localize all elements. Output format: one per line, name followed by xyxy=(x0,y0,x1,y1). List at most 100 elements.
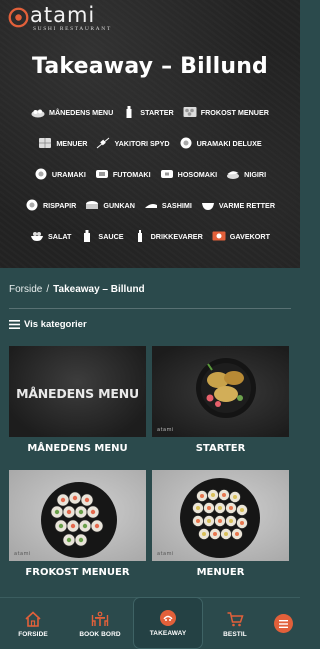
menu-icon xyxy=(279,619,288,628)
category-gavekort[interactable]: GAVEKORT xyxy=(212,230,270,242)
bottle-icon xyxy=(137,230,142,242)
nav-label: FORSIDE xyxy=(18,631,48,638)
category-label: HOSOMAKI xyxy=(177,169,218,179)
home-icon xyxy=(25,611,41,627)
platter-icon xyxy=(31,109,45,118)
category-label: SASHIMI xyxy=(161,200,192,210)
category-salat[interactable]: SALAT xyxy=(30,230,71,242)
category-label: MÅNEDENS MENU xyxy=(49,107,114,117)
nav-label: BESTIL xyxy=(223,631,247,638)
category-row-5: SALAT SAUCE DRIKKEVARER GAVEKORT xyxy=(0,230,300,242)
category-nigiri[interactable]: NIGIRI xyxy=(226,168,266,180)
show-categories-toggle[interactable]: Vis kategorier xyxy=(9,319,87,330)
hamburger-icon xyxy=(9,320,20,329)
bowl-icon xyxy=(201,203,214,210)
category-label: FUTOMAKI xyxy=(112,169,151,179)
category-rispapir[interactable]: RISPAPIR xyxy=(25,199,76,211)
card-label: MÅNEDENS MENU xyxy=(27,443,128,454)
show-categories-label: Vis kategorier xyxy=(24,319,87,330)
category-label: STARTER xyxy=(140,107,174,117)
logo-mark-icon xyxy=(8,7,29,28)
card-label: MENUER xyxy=(196,567,245,578)
category-label: RISPAPIR xyxy=(42,200,77,210)
box-icon xyxy=(39,138,52,148)
divider xyxy=(9,308,291,309)
nav-forside[interactable]: FORSIDE xyxy=(5,598,61,649)
category-sashimi[interactable]: SASHIMI xyxy=(144,199,192,211)
menu-button[interactable] xyxy=(274,614,293,633)
nav-bestil[interactable]: BESTIL xyxy=(207,598,263,649)
category-label: NIGIRI xyxy=(244,169,267,179)
starter-dish-icon xyxy=(196,358,256,418)
nav-takeaway[interactable]: TAKEAWAY xyxy=(133,597,203,649)
sashimi-icon xyxy=(144,204,157,208)
category-drikkevarer[interactable]: DRIKKEVARER xyxy=(133,230,203,242)
card-label: STARTER xyxy=(195,443,246,454)
page-title: Takeaway – Billund xyxy=(31,54,269,79)
table-icon xyxy=(91,611,109,626)
category-row-1: MÅNEDENS MENU STARTER FROKOST MENUER xyxy=(0,106,300,118)
giftcard-icon xyxy=(212,231,226,241)
gunkan-icon xyxy=(86,201,99,209)
logo-tagline: SUSHI RESTAURANT xyxy=(33,26,112,32)
category-varme-retter[interactable]: VARME RETTER xyxy=(201,199,275,211)
card-image: atami xyxy=(9,470,146,561)
breadcrumb-separator: / xyxy=(46,284,50,295)
hero-banner: atami SUSHI RESTAURANT Takeaway – Billun… xyxy=(0,0,300,268)
category-sauce[interactable]: SAUCE xyxy=(80,230,124,242)
category-label: FROKOST MENUER xyxy=(200,107,269,117)
bottle-icon xyxy=(126,106,132,118)
category-label: DRIKKEVARER xyxy=(150,231,203,241)
card-image: atami xyxy=(152,346,289,437)
breadcrumb-current: Takeaway – Billund xyxy=(53,284,145,295)
card-image-text: MÅNEDENS MENU xyxy=(16,386,139,401)
card-watermark: atami xyxy=(157,551,174,557)
category-card-frokost-menuer[interactable]: atami FROKOST MENUER xyxy=(9,470,146,578)
category-card-starter[interactable]: atami STARTER xyxy=(152,346,289,454)
category-label: GUNKAN xyxy=(103,200,135,210)
roll-icon xyxy=(180,137,192,149)
sushi-platter-icon xyxy=(180,478,260,558)
category-hosomaki[interactable]: HOSOMAKI xyxy=(160,168,218,180)
roll-icon xyxy=(35,168,47,180)
takeaway-icon xyxy=(160,610,176,626)
salad-icon xyxy=(31,232,43,241)
category-label: YAKITORI SPYD xyxy=(114,138,170,148)
category-card-maanedens-menu[interactable]: MÅNEDENS MENU MÅNEDENS MENU xyxy=(9,346,146,454)
category-futomaki[interactable]: FUTOMAKI xyxy=(95,168,151,180)
card-label: FROKOST MENUER xyxy=(25,567,130,578)
nav-book-bord[interactable]: BOOK BORD xyxy=(72,598,128,649)
category-starter[interactable]: STARTER xyxy=(122,106,174,118)
skewer-icon xyxy=(97,137,110,149)
tray-icon xyxy=(183,107,197,117)
nav-label: BOOK BORD xyxy=(79,631,121,638)
breadcrumb: Forside / Takeaway – Billund xyxy=(9,284,145,295)
category-label: URAMAKI xyxy=(51,169,86,179)
card-watermark: atami xyxy=(157,427,174,433)
category-row-2: MENUER YAKITORI SPYD URAMAKI DELUXE xyxy=(0,137,300,149)
roll-icon xyxy=(26,199,38,211)
card-image: atami xyxy=(152,470,289,561)
category-uramaki-deluxe[interactable]: URAMAKI DELUXE xyxy=(179,137,262,149)
category-maanedens-menu[interactable]: MÅNEDENS MENU xyxy=(31,106,113,118)
maki-icon xyxy=(160,170,173,178)
category-label: SALAT xyxy=(48,231,72,241)
bottom-nav: FORSIDE BOOK BORD TAKEAWAY BESTIL xyxy=(0,597,300,649)
category-yakitori-spyd[interactable]: YAKITORI SPYD xyxy=(96,137,170,149)
category-gunkan[interactable]: GUNKAN xyxy=(85,199,135,211)
category-row-3: URAMAKI FUTOMAKI HOSOMAKI NIGIRI xyxy=(0,168,300,180)
category-menuer[interactable]: MENUER xyxy=(38,137,87,149)
category-label: VARME RETTER xyxy=(218,200,276,210)
category-uramaki[interactable]: URAMAKI xyxy=(34,168,86,180)
category-frokost-menuer[interactable]: FROKOST MENUER xyxy=(183,106,269,118)
category-card-menuer[interactable]: atami MENUER xyxy=(152,470,289,578)
sauce-icon xyxy=(84,230,91,242)
card-watermark: atami xyxy=(14,551,31,557)
breadcrumb-home-link[interactable]: Forside xyxy=(9,284,42,295)
nigiri-icon xyxy=(227,171,240,179)
category-row-4: RISPAPIR GUNKAN SASHIMI VARME RETTER xyxy=(0,199,300,211)
sushi-platter-icon xyxy=(41,482,117,558)
nav-label: TAKEAWAY xyxy=(149,630,187,637)
atami-logo[interactable]: atami SUSHI RESTAURANT xyxy=(8,3,138,34)
category-label: MENUER xyxy=(56,138,88,148)
